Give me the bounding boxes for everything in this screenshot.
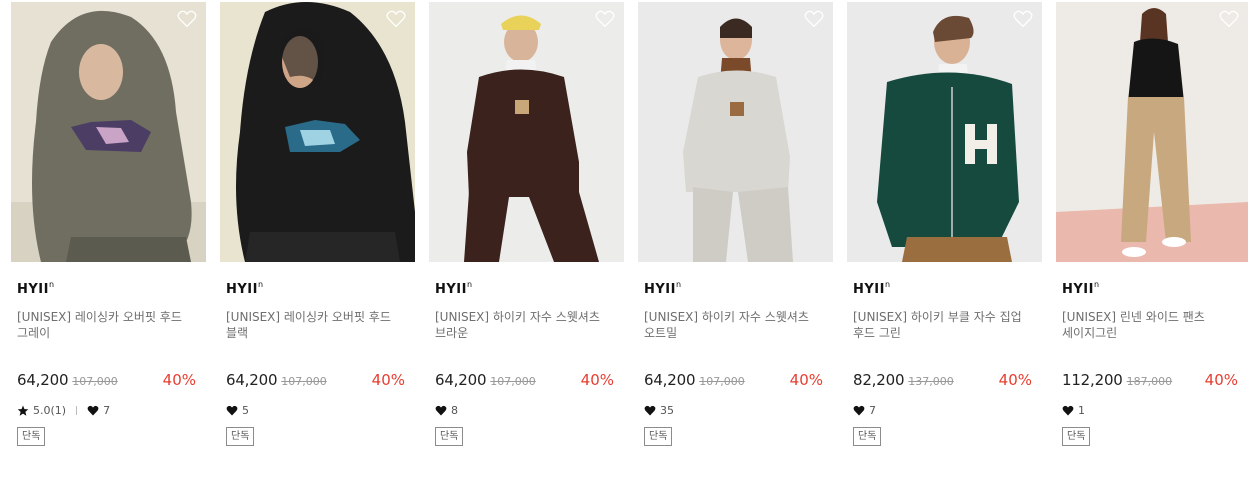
price-row: 64,200 107,000 40% [435, 371, 618, 393]
exclusive-badge: 단독 [1062, 427, 1091, 446]
product-stats: 35 [644, 402, 827, 418]
product-stats: 7 [853, 402, 1036, 418]
wishlist-heart-icon[interactable] [595, 10, 615, 28]
product-name[interactable]: [UNISEX] 하이키 부클 자수 집업 후드 그린 [853, 309, 1036, 371]
heart-filled-icon [435, 405, 447, 416]
sale-price: 64,200 [226, 371, 278, 389]
wishlist-heart-icon[interactable] [1013, 10, 1033, 28]
sale-price: 82,200 [853, 371, 905, 389]
original-price: 107,000 [699, 375, 745, 388]
product-stats: 5 [226, 402, 409, 418]
brand-name[interactable]: HYIIn [226, 280, 409, 300]
divider [76, 405, 78, 415]
exclusive-badge: 단독 [17, 427, 46, 446]
product-image[interactable] [847, 2, 1042, 262]
price-row: 64,200 107,000 40% [644, 371, 827, 393]
heart-filled-icon [853, 405, 865, 416]
product-card[interactable]: HYIIn [UNISEX] 레이싱카 오버핏 후드 그레이 64,200 10… [11, 2, 206, 472]
exclusive-badge: 단독 [644, 427, 673, 446]
sale-price: 64,200 [435, 371, 487, 389]
sale-price: 64,200 [644, 371, 696, 389]
like-count: 7 [103, 403, 111, 417]
original-price: 107,000 [490, 375, 536, 388]
like-count: 35 [660, 403, 674, 417]
product-name[interactable]: [UNISEX] 하이키 자수 스웻셔츠 브라운 [435, 309, 618, 371]
like-count: 7 [869, 403, 876, 417]
original-price: 107,000 [72, 375, 118, 388]
like-count: 5 [242, 403, 249, 417]
price-row: 64,200 107,000 40% [226, 371, 409, 393]
star-icon [17, 404, 29, 416]
discount-rate: 40% [162, 371, 196, 389]
discount-rate: 40% [789, 371, 823, 389]
product-card[interactable]: HYIIn [UNISEX] 린넨 와이드 팬츠 세이지그린 112,200 1… [1056, 2, 1248, 472]
product-image[interactable] [220, 2, 415, 262]
product-stats: 5.0(1) 7 [17, 402, 200, 418]
sale-price: 64,200 [17, 371, 69, 389]
heart-filled-icon [87, 405, 99, 416]
price-row: 112,200 187,000 40% [1062, 371, 1242, 393]
brand-name[interactable]: HYIIn [435, 280, 618, 300]
product-image[interactable] [638, 2, 833, 262]
original-price: 187,000 [1126, 375, 1173, 388]
product-image[interactable] [11, 2, 206, 262]
wishlist-heart-icon[interactable] [386, 10, 406, 28]
product-name[interactable]: [UNISEX] 레이싱카 오버핏 후드 그레이 [17, 309, 200, 371]
brand-name[interactable]: HYIIn [17, 280, 200, 300]
discount-rate: 40% [580, 371, 614, 389]
brand-name[interactable]: HYIIn [644, 280, 827, 300]
product-image[interactable] [429, 2, 624, 262]
price-row: 64,200 107,000 40% [17, 371, 200, 393]
wishlist-heart-icon[interactable] [804, 10, 824, 28]
price-row: 82,200 137,000 40% [853, 371, 1036, 393]
exclusive-badge: 단독 [435, 427, 464, 446]
wishlist-heart-icon[interactable] [1219, 10, 1239, 28]
product-grid: HYIIn [UNISEX] 레이싱카 오버핏 후드 그레이 64,200 10… [11, 2, 1248, 472]
discount-rate: 40% [1204, 371, 1238, 389]
product-card[interactable]: HYIIn [UNISEX] 하이키 자수 스웻셔츠 오트밀 64,200 10… [638, 2, 833, 472]
like-count: 1 [1078, 403, 1085, 417]
exclusive-badge: 단독 [853, 427, 882, 446]
product-card[interactable]: HYIIn [UNISEX] 레이싱카 오버핏 후드 블랙 64,200 107… [220, 2, 415, 472]
brand-name[interactable]: HYIIn [853, 280, 1036, 300]
heart-filled-icon [226, 405, 238, 416]
product-image[interactable] [1056, 2, 1248, 262]
product-stats: 8 [435, 402, 618, 418]
wishlist-heart-icon[interactable] [177, 10, 197, 28]
like-count: 8 [451, 403, 458, 417]
product-card[interactable]: HYIIn [UNISEX] 하이키 부클 자수 집업 후드 그린 82,200… [847, 2, 1042, 472]
product-stats: 1 [1062, 402, 1242, 418]
rating-value: 5.0(1) [33, 403, 67, 417]
sale-price: 112,200 [1062, 371, 1123, 389]
product-card[interactable]: HYIIn [UNISEX] 하이키 자수 스웻셔츠 브라운 64,200 10… [429, 2, 624, 472]
original-price: 137,000 [908, 375, 954, 388]
discount-rate: 40% [998, 371, 1032, 389]
product-name[interactable]: [UNISEX] 하이키 자수 스웻셔츠 오트밀 [644, 309, 827, 371]
product-name[interactable]: [UNISEX] 린넨 와이드 팬츠 세이지그린 [1062, 309, 1242, 371]
heart-filled-icon [1062, 405, 1074, 416]
product-name[interactable]: [UNISEX] 레이싱카 오버핏 후드 블랙 [226, 309, 409, 371]
heart-filled-icon [644, 405, 656, 416]
discount-rate: 40% [371, 371, 405, 389]
exclusive-badge: 단독 [226, 427, 255, 446]
brand-name[interactable]: HYIIn [1062, 280, 1242, 300]
original-price: 107,000 [281, 375, 327, 388]
